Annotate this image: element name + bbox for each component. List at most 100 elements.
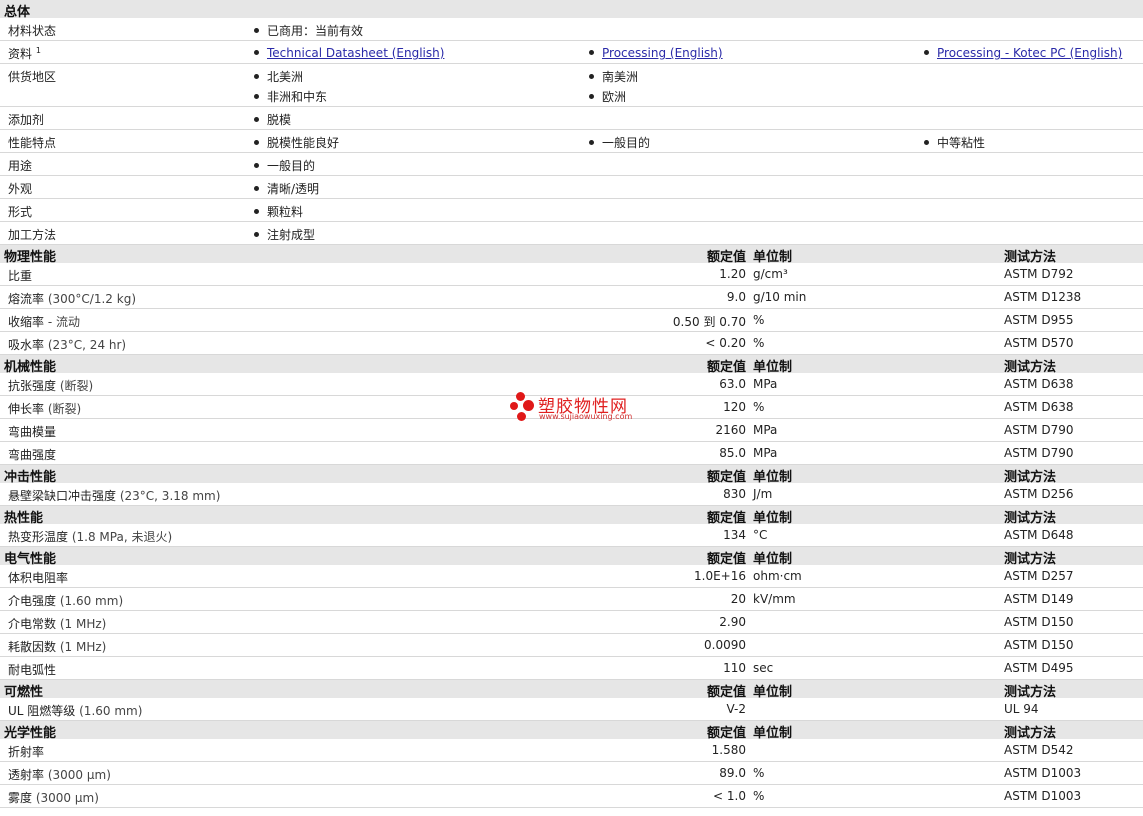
- property-unit: %: [753, 766, 765, 780]
- property-value: < 1.0: [713, 789, 746, 803]
- section-header: 物理性能 额定值 单位制 测试方法: [0, 245, 1143, 265]
- bullet-icon: [589, 140, 594, 145]
- list-item: 欧洲: [589, 88, 626, 105]
- property-label: 伸长率 (断裂): [8, 402, 82, 416]
- property-unit: g/cm³: [753, 267, 788, 281]
- processing-kotec-link[interactable]: Processing - Kotec PC (English): [937, 46, 1122, 60]
- property-condition: (1.60 mm): [79, 704, 143, 718]
- logo-dot: [510, 402, 518, 410]
- list-item: 非洲和中东: [254, 88, 327, 105]
- property-row: 收缩率 - 流动 0.50 到 0.70% ASTM D955: [0, 309, 1143, 332]
- property-row: 热变形温度 (1.8 MPa, 未退火) 134 °C ASTM D648: [0, 524, 1143, 547]
- property-row: 耐电弧性 110 sec ASTM D495: [0, 657, 1143, 680]
- property-row: 介电常数 (1 MHz) 2.90 ASTM D150: [0, 611, 1143, 634]
- test-method: ASTM D790: [1004, 423, 1074, 437]
- property-value: 1.0E+16: [694, 569, 746, 583]
- bullet-icon: [254, 163, 259, 168]
- section-header: 冲击性能 额定值 单位制 测试方法: [0, 465, 1143, 485]
- property-label: 收缩率 - 流动: [8, 315, 80, 329]
- property-condition: (23°C, 3.18 mm): [119, 489, 221, 503]
- test-method: ASTM D150: [1004, 615, 1074, 629]
- row-label: 外观: [8, 182, 33, 196]
- property-condition: (1.8 MPa, 未退火): [71, 530, 173, 544]
- property-row: 弯曲强度 85.0 MPa ASTM D790: [0, 442, 1143, 465]
- test-method: ASTM D1003: [1004, 789, 1082, 803]
- watermark-logo: 塑胶物性网 www.sujiaowuxing.com: [508, 390, 643, 426]
- section-header: 光学性能 额定值 单位制 测试方法: [0, 721, 1143, 741]
- bullet-icon: [254, 28, 259, 33]
- general-row-additive: 添加剂 脱模: [0, 107, 1143, 130]
- property-condition: (断裂): [59, 379, 94, 393]
- property-unit: kV/mm: [753, 592, 796, 606]
- general-row-uses: 用途 一般目的: [0, 153, 1143, 176]
- property-value: 89.0: [719, 766, 746, 780]
- datasheet-link[interactable]: Technical Datasheet (English): [267, 46, 444, 60]
- property-label: 比重: [8, 269, 33, 283]
- test-method: ASTM D542: [1004, 743, 1074, 757]
- bullet-icon: [254, 186, 259, 191]
- bullet-icon: [589, 74, 594, 79]
- property-unit: sec: [753, 661, 774, 675]
- logo-dot: [517, 412, 526, 421]
- test-method: ASTM D792: [1004, 267, 1074, 281]
- property-condition: (300°C/1.2 kg): [47, 292, 136, 306]
- property-unit: MPa: [753, 377, 778, 391]
- bullet-icon: [589, 94, 594, 99]
- processing-link[interactable]: Processing (English): [602, 46, 723, 60]
- property-value: 110: [723, 661, 746, 675]
- property-unit: MPa: [753, 423, 778, 437]
- row-label: 供货地区: [8, 70, 57, 84]
- row-label: 资料 1: [8, 46, 41, 61]
- property-condition: (3000 µm): [35, 791, 99, 805]
- test-method: ASTM D150: [1004, 638, 1074, 652]
- property-unit: %: [753, 400, 765, 414]
- list-item: 注射成型: [254, 226, 315, 243]
- list-item: 南美洲: [589, 68, 638, 85]
- property-condition: (3000 µm): [47, 768, 111, 782]
- property-row: 介电强度 (1.60 mm) 20 kV/mm ASTM D149: [0, 588, 1143, 611]
- row-label: 添加剂: [8, 113, 45, 127]
- property-unit: %: [753, 789, 765, 803]
- test-method: ASTM D1238: [1004, 290, 1082, 304]
- section-header: 热性能 额定值 单位制 测试方法: [0, 506, 1143, 526]
- property-row: 折射率 1.580 ASTM D542: [0, 739, 1143, 762]
- property-value: 1.580: [711, 743, 746, 757]
- row-label: 加工方法: [8, 228, 57, 242]
- property-value: 134: [723, 528, 746, 542]
- list-item: 清晰/透明: [254, 180, 319, 197]
- property-value: 85.0: [719, 446, 746, 460]
- general-row-processing: 加工方法 注射成型: [0, 222, 1143, 245]
- list-item: 脱模性能良好: [254, 134, 339, 151]
- bullet-icon: [254, 74, 259, 79]
- test-method: ASTM D495: [1004, 661, 1074, 675]
- property-row: 透射率 (3000 µm) 89.0% ASTM D1003: [0, 762, 1143, 785]
- test-method: ASTM D648: [1004, 528, 1074, 542]
- test-method: ASTM D570: [1004, 336, 1074, 350]
- list-item: 北美洲: [254, 68, 303, 85]
- property-label: 耗散因数 (1 MHz): [8, 640, 107, 654]
- property-label: 弯曲强度: [8, 448, 57, 462]
- property-value: 2.90: [719, 615, 746, 629]
- property-label: 悬壁梁缺口冲击强度 (23°C, 3.18 mm): [8, 489, 221, 503]
- property-label: 介电常数 (1 MHz): [8, 617, 107, 631]
- test-method: ASTM D1003: [1004, 766, 1082, 780]
- property-label: 介电强度 (1.60 mm): [8, 594, 124, 608]
- property-value: 63.0: [719, 377, 746, 391]
- bullet-icon: [254, 209, 259, 214]
- general-row-form: 形式 颗粒料: [0, 199, 1143, 222]
- property-condition: (1.60 mm): [59, 594, 124, 608]
- logo-dot: [523, 400, 534, 411]
- property-unit: MPa: [753, 446, 778, 460]
- section-header: 电气性能 额定值 单位制 测试方法: [0, 547, 1143, 567]
- row-label: 用途: [8, 159, 33, 173]
- row-label: 性能特点: [8, 136, 57, 150]
- row-label: 形式: [8, 205, 33, 219]
- list-item: 一般目的: [589, 134, 650, 151]
- test-method: ASTM D149: [1004, 592, 1074, 606]
- test-method: ASTM D790: [1004, 446, 1074, 460]
- property-value: 2160: [715, 423, 746, 437]
- list-item: 脱模: [254, 111, 291, 128]
- property-unit: °C: [753, 528, 768, 542]
- property-value: 0.50 到 0.70: [672, 315, 746, 329]
- property-row: 悬壁梁缺口冲击强度 (23°C, 3.18 mm) 830 J/m ASTM D256: [0, 483, 1143, 506]
